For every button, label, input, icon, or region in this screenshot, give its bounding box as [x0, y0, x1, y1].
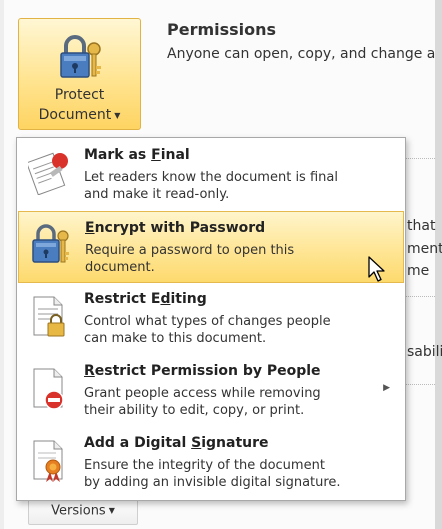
- bg-text-fragment: me: [407, 263, 430, 279]
- versions-button[interactable]: Versions ▼: [28, 497, 138, 525]
- menu-item-description: their ability to edit, copy, or print.: [84, 403, 305, 418]
- restrict-permission-icon: [33, 368, 64, 410]
- protect-label-line1: Protect: [54, 87, 105, 103]
- section-divider: [405, 296, 435, 297]
- restrict-editing-icon: [33, 296, 65, 337]
- menu-item-description: and make it read-only.: [84, 187, 230, 202]
- permissions-description: Anyone can open, copy, and change a: [167, 46, 436, 62]
- caret-down-icon: ▼: [108, 506, 115, 515]
- menu-item-add-digital-signature[interactable]: Add a Digital Signature Ensure the integ…: [18, 427, 404, 499]
- menu-item-description: Let readers know the document is final: [84, 170, 338, 185]
- menu-item-title: Restrict Permission by People: [84, 363, 321, 379]
- mouse-cursor-icon: [368, 256, 385, 282]
- menu-item-mark-as-final[interactable]: Mark as Final Let readers know the docum…: [18, 139, 404, 211]
- menu-item-title: Encrypt with Password: [85, 220, 266, 236]
- menu-item-description: Require a password to open this: [85, 243, 295, 258]
- protect-document-button[interactable]: Protect Document ▼: [18, 18, 141, 130]
- menu-item-description: document.: [85, 260, 155, 275]
- digital-signature-icon: [33, 440, 63, 482]
- menu-item-title: Restrict Editing: [84, 291, 207, 307]
- protect-label-line2: Document ▼: [38, 107, 121, 123]
- mark-final-icon: [28, 152, 68, 195]
- protect-document-menu: Mark as Final Let readers know the docum…: [16, 137, 406, 501]
- section-divider: [405, 384, 435, 385]
- menu-item-description: by adding an invisible digital signature…: [84, 475, 341, 490]
- menu-item-description: Ensure the integrity of the document: [84, 458, 325, 473]
- permissions-title: Permissions: [167, 20, 277, 39]
- section-divider: [405, 158, 435, 159]
- menu-item-description: Grant people access while removing: [84, 386, 321, 401]
- caret-down-icon: ▼: [114, 110, 121, 120]
- menu-item-title: Mark as Final: [84, 147, 190, 163]
- menu-item-restrict-editing[interactable]: Restrict Editing Control what types of c…: [18, 283, 404, 355]
- lock-key-icon: [32, 224, 69, 263]
- menu-item-title: Add a Digital Signature: [84, 435, 269, 451]
- submenu-arrow-icon: ▶: [383, 383, 390, 393]
- bg-text-fragment: sabili: [407, 344, 442, 360]
- bg-text-fragment: ment: [407, 241, 442, 257]
- lock-key-icon: [60, 35, 101, 78]
- menu-item-restrict-permission-by-people[interactable]: Restrict Permission by People Grant peop…: [18, 355, 404, 427]
- left-edge: [0, 0, 4, 529]
- menu-item-encrypt-with-password[interactable]: Encrypt with Password Require a password…: [18, 211, 404, 283]
- menu-item-description: Control what types of changes people: [84, 314, 331, 329]
- bg-text-fragment: that: [407, 218, 436, 234]
- menu-item-description: can make to this document.: [84, 331, 267, 346]
- scrollbar[interactable]: [435, 0, 442, 529]
